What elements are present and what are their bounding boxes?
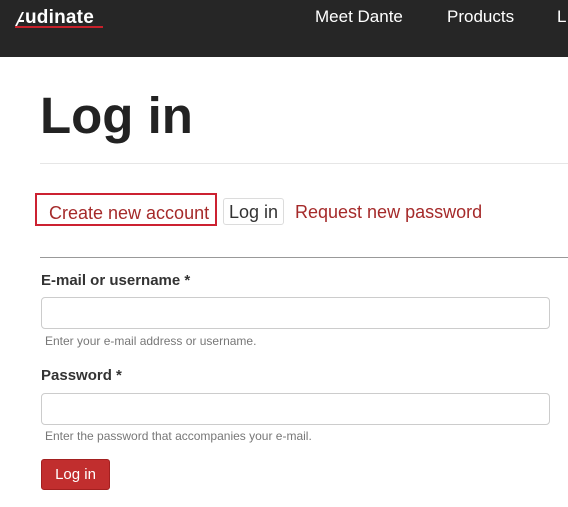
logo-a-mark-icon [15,12,24,26]
password-label: Password * [41,367,122,384]
tabs-divider [40,257,568,258]
nav-products[interactable]: Products [447,7,514,27]
username-input[interactable] [41,297,550,329]
tab-create-new-account[interactable]: Create new account [35,193,218,226]
password-help-text: Enter the password that accompanies your… [45,429,312,443]
login-submit-button[interactable]: Log in [41,459,110,490]
tab-log-in[interactable]: Log in [223,198,285,225]
logo-underline [15,26,103,28]
username-help-text: Enter your e-mail address or username. [45,334,257,348]
page-title: Log in [40,87,193,144]
password-input[interactable] [41,393,550,425]
username-label: E-mail or username * [41,272,191,289]
title-divider [40,163,568,164]
nav-item-truncated[interactable]: L [557,7,566,27]
site-header: udinate Meet Dante Products L [0,0,568,57]
nav-meet-dante[interactable]: Meet Dante [315,7,403,27]
tab-request-new-password[interactable]: Request new password [295,202,482,222]
